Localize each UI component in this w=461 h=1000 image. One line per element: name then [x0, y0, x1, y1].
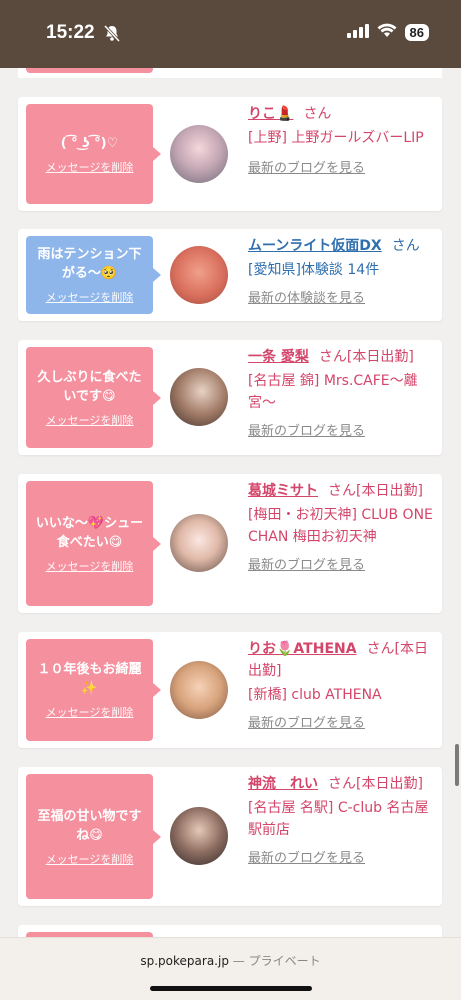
message-bubble: 雨はテンション下がる〜🥺 メッセージを削除 — [26, 236, 161, 314]
url-text[interactable]: sp.pokepara.jp — プライベート — [0, 952, 461, 969]
message-card: 雨はテンション下がる〜🥺 メッセージを削除 ムーンライト仮面DX さん [愛知県]… — [18, 229, 442, 321]
delete-message-link[interactable]: メッセージを削除 — [32, 558, 147, 574]
scrollbar[interactable] — [455, 744, 459, 786]
message-bubble: いいな〜💖シュー食べたい😋 メッセージを削除 — [26, 481, 161, 606]
message-card: ( ͡° ͜ʖ ͡°)♡ メッセージを削除 りこ💄 さん [上野] 上野ガールズバ… — [18, 97, 442, 211]
honorific: さん[本日出勤] — [318, 349, 414, 365]
honorific: さん[本日出勤] — [328, 483, 423, 499]
message-text: 雨はテンション下がる〜🥺 — [37, 247, 142, 281]
shop-info: [愛知県]体験談 14件 — [248, 262, 380, 278]
avatar[interactable] — [170, 368, 228, 426]
private-mode-label: プライベート — [248, 954, 321, 968]
latest-blog-link[interactable]: 最新のブログを見る — [248, 554, 434, 573]
message-text: 至福の甘い物ですね😋 — [37, 808, 142, 843]
shop-info: [名古屋 名駅] C-club 名古屋駅前店 — [248, 800, 429, 838]
avatar[interactable] — [170, 514, 228, 572]
latest-reports-link[interactable]: 最新の体験談を見る — [248, 287, 434, 306]
user-name-link[interactable]: 神流 れい — [248, 776, 318, 792]
message-card: 至福の甘い物ですね😋 メッセージを削除 神流 れい さん[本日出勤] [名古屋 名… — [18, 767, 442, 906]
signal-icon — [346, 23, 369, 42]
avatar[interactable] — [170, 125, 228, 183]
url-separator: — — [232, 954, 245, 968]
shop-info: [上野] 上野ガールズバーLIP — [248, 130, 424, 146]
latest-blog-link[interactable]: 最新のブログを見る — [248, 847, 434, 866]
message-text: １０年後もお綺麗✨ — [37, 662, 142, 696]
wifi-icon — [377, 23, 397, 42]
user-name-link[interactable]: ムーンライト仮面DX — [248, 238, 382, 254]
avatar[interactable] — [170, 246, 228, 304]
message-card: いいな〜💖シュー食べたい😋 メッセージを削除 葛城ミサト さん[本日出勤] [梅田… — [18, 474, 442, 613]
shop-info: [梅田・お初天神] CLUB ONE CHAN 梅田お初天神 — [248, 507, 433, 545]
user-name-link[interactable]: りお🌷ATHENA — [248, 641, 357, 657]
avatar[interactable] — [170, 661, 228, 719]
delete-message-link[interactable]: メッセージを削除 — [32, 412, 147, 428]
message-card: 久しぶりに食べたいです😋 メッセージを削除 一条 愛梨 さん[本日出勤] [名古屋… — [18, 340, 442, 455]
message-text: 久しぶりに食べたいです😋 — [37, 369, 142, 404]
user-name-link[interactable]: 一条 愛梨 — [248, 349, 309, 365]
message-bubble: ( ͡° ͜ʖ ͡°)♡ メッセージを削除 — [26, 104, 161, 204]
url-domain: sp.pokepara.jp — [140, 954, 229, 968]
user-name-link[interactable]: 葛城ミサト — [248, 483, 318, 499]
shop-info: [新橋] club ATHENA — [248, 687, 382, 703]
delete-message-link[interactable]: メッセージを削除 — [32, 851, 147, 867]
shop-info: [名古屋 錦] Mrs.CAFE〜離宮〜 — [248, 373, 418, 411]
delete-message-link[interactable]: メッセージを削除 — [32, 704, 147, 720]
delete-message-link[interactable]: メッセージを削除 — [32, 289, 147, 305]
message-card: １０年後もお綺麗✨ メッセージを削除 りお🌷ATHENA さん[本日出勤] [新橋… — [18, 632, 442, 748]
message-text: いいな〜💖シュー食べたい😋 — [35, 515, 144, 550]
latest-blog-link[interactable]: 最新のブログを見る — [248, 712, 434, 731]
previous-bubble-edge — [26, 68, 153, 73]
message-bubble: １０年後もお綺麗✨ メッセージを削除 — [26, 639, 161, 741]
message-bubble: 久しぶりに食べたいです😋 メッセージを削除 — [26, 347, 161, 448]
user-name-link[interactable]: りこ💄 — [248, 106, 293, 122]
honorific: さん — [391, 238, 420, 254]
honorific: さん — [303, 106, 332, 122]
browser-url-bar[interactable]: sp.pokepara.jp — プライベート — [0, 937, 461, 1000]
latest-blog-link[interactable]: 最新のブログを見る — [248, 157, 434, 176]
avatar[interactable] — [170, 807, 228, 865]
message-text: ( ͡° ͜ʖ ͡°)♡ — [60, 135, 119, 151]
delete-message-link[interactable]: メッセージを削除 — [32, 159, 147, 175]
status-bar: 15:22 86 — [0, 0, 461, 68]
latest-blog-link[interactable]: 最新のブログを見る — [248, 420, 434, 439]
message-bubble: 至福の甘い物ですね😋 メッセージを削除 — [26, 774, 161, 899]
battery-indicator: 86 — [404, 24, 429, 41]
status-time: 15:22 — [46, 22, 95, 43]
home-indicator[interactable] — [150, 986, 312, 991]
bell-muted-icon — [103, 24, 121, 46]
honorific: さん[本日出勤] — [328, 776, 423, 792]
